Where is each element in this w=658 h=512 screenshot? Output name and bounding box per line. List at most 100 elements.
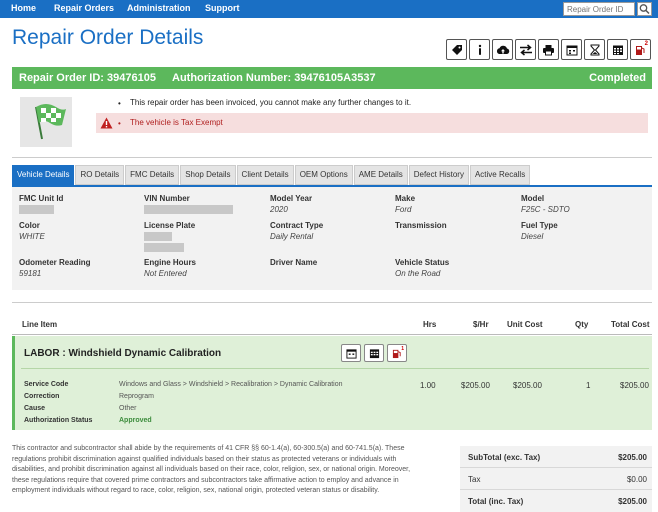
labor-rate: $205.00 [461, 381, 490, 390]
tax-value: $0.00 [626, 475, 647, 484]
authorization-status-label: Authorization Status [24, 417, 93, 424]
nav-repair-orders[interactable]: Repair Orders [54, 3, 114, 13]
repair-order-search-input[interactable] [563, 2, 635, 16]
info-button[interactable] [469, 39, 490, 60]
labor-fuel-button[interactable]: 1 [387, 344, 407, 362]
correction-label: Correction [24, 393, 60, 400]
tax-exempt-alert: • The vehicle is Tax Exempt [96, 113, 648, 133]
nav-support[interactable]: Support [205, 3, 240, 13]
calendar-button[interactable] [561, 39, 582, 60]
calendar-icon [345, 348, 357, 359]
odometer-value: 59181 [19, 269, 42, 278]
tax-label: Tax [468, 475, 481, 484]
labor-qty: 1 [586, 381, 591, 390]
tag-button[interactable] [446, 39, 467, 60]
search-icon [639, 4, 650, 15]
subtotal-value: $205.00 [618, 453, 647, 462]
col-hrs: Hrs [423, 320, 437, 329]
fmc-unit-id-label: FMC Unit Id [19, 194, 64, 203]
print-icon [543, 44, 554, 55]
engine-hours-field: Engine Hours Not Entered [144, 258, 254, 278]
total-row: Total (inc. Tax) $205.00 [460, 490, 652, 512]
print-button[interactable] [538, 39, 559, 60]
repair-order-status-bar: Repair Order ID: 39476105 Authorization … [12, 67, 652, 89]
model-year-label: Model Year [270, 194, 313, 203]
calendar-grid-button[interactable] [607, 39, 628, 60]
nav-home[interactable]: Home [11, 3, 36, 13]
model-field: Model F25C - SDTO [521, 194, 641, 214]
vin-field: VIN Number [144, 194, 264, 214]
color-value: WHITE [19, 232, 45, 241]
tab-ame-details[interactable]: AME Details [353, 165, 408, 185]
bullet-icon: • [118, 119, 121, 128]
tab-oem-options[interactable]: OEM Options [294, 165, 353, 185]
labor-unit-cost: $205.00 [513, 381, 542, 390]
tab-fmc-details[interactable]: FMC Details [125, 165, 180, 185]
fuel-type-field: Fuel Type Diesel [521, 221, 631, 241]
labor-calendar-button[interactable] [341, 344, 361, 362]
service-code-value: Windows and Glass > Windshield > Recalib… [119, 381, 343, 388]
model-value: F25C - SDTO [521, 205, 570, 214]
checkered-flag-icon [20, 97, 72, 147]
license-plate-redacted-2 [144, 243, 184, 252]
cause-label: Cause [24, 405, 46, 412]
warning-icon [100, 117, 113, 129]
make-value: Ford [395, 205, 412, 214]
tab-vehicle-details[interactable]: Vehicle Details [12, 165, 75, 185]
total-label: Total (inc. Tax) [468, 497, 524, 506]
tab-client-details[interactable]: Client Details [236, 165, 294, 185]
subtotal-row: SubTotal (exc. Tax) $205.00 [460, 446, 652, 468]
transmission-label: Transmission [395, 221, 447, 230]
tax-exempt-text: The vehicle is Tax Exempt [130, 118, 223, 127]
vehicle-status-label: Vehicle Status [395, 258, 450, 267]
model-label: Model [521, 194, 545, 203]
cloud-upload-button[interactable] [492, 39, 513, 60]
tab-shop-details[interactable]: Shop Details [180, 165, 236, 185]
correction-value: Reprogram [119, 393, 155, 400]
tab-active-recalls[interactable]: Active Recalls [469, 165, 531, 185]
nav-administration[interactable]: Administration [127, 3, 191, 13]
vehicle-details-panel: FMC Unit Id VIN Number Model Year 2020 M… [12, 187, 652, 290]
details-tabs: Vehicle Details RO Details FMC Details S… [12, 165, 531, 185]
labor-fuel-badge: 1 [401, 346, 404, 352]
authorization-status-value: Approved [119, 417, 152, 424]
make-field: Make Ford [395, 194, 505, 214]
info-icon [478, 44, 481, 55]
subtotal-label: SubTotal (exc. Tax) [468, 453, 541, 462]
col-unit-cost: Unit Cost [507, 320, 543, 329]
calendar-grid-icon [612, 45, 623, 55]
tab-ro-details[interactable]: RO Details [75, 165, 125, 185]
cloud-upload-icon [496, 45, 509, 54]
repair-order-id: Repair Order ID: 39476105 [19, 72, 156, 84]
labor-calendar-grid-button[interactable] [364, 344, 384, 362]
contract-type-field: Contract Type Daily Rental [270, 221, 380, 241]
status-badge: Completed [589, 72, 646, 84]
fuel-type-value: Diesel [521, 232, 544, 241]
odometer-field: Odometer Reading 59181 [19, 258, 129, 278]
bullet-icon: • [118, 99, 121, 108]
col-rate: $/Hr [473, 320, 489, 329]
divider [12, 302, 652, 303]
search-button[interactable] [637, 2, 652, 16]
engine-hours-label: Engine Hours [144, 258, 197, 267]
model-year-value: 2020 [270, 205, 288, 214]
fuel-type-label: Fuel Type [521, 221, 558, 230]
action-toolbar: 2 [446, 39, 651, 60]
tab-defect-history[interactable]: Defect History [408, 165, 469, 185]
transfer-icon [519, 43, 532, 56]
tag-icon [451, 44, 462, 55]
transfer-button[interactable] [515, 39, 536, 60]
divider [12, 157, 652, 158]
hourglass-icon [590, 44, 599, 55]
model-year-field: Model Year 2020 [270, 194, 380, 214]
vin-label: VIN Number [144, 194, 190, 203]
color-field: Color WHITE [19, 221, 129, 241]
vehicle-status-value: On the Road [395, 269, 441, 278]
labor-hrs: 1.00 [420, 381, 436, 390]
fmc-unit-id-redacted [19, 205, 54, 214]
vin-redacted [144, 205, 233, 214]
cause-value: Other [119, 405, 137, 412]
color-label: Color [19, 221, 40, 230]
fuel-button[interactable]: 2 [630, 39, 651, 60]
hourglass-button[interactable] [584, 39, 605, 60]
